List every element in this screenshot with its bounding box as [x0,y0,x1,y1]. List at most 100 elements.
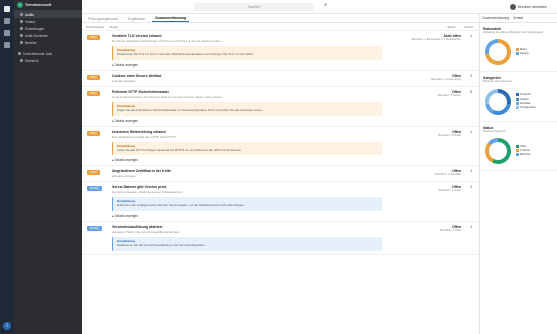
finding-title[interactable]: Veraltete TLS-Version erkannt [112,34,415,38]
legend: Protokoll Header Zertifikat Konfiguration [516,93,536,110]
finding-meta: Offen Betroffen: 1 Pfad [389,225,461,233]
recommendation-box: Empfehlung Entfernen oder verallgemeinern… [112,197,382,212]
table-row[interactable]: Niedrig Server-Banner gibt Version preis D… [82,182,479,223]
show-details-link[interactable]: ▸ Details anzeigen [112,63,475,67]
finding-affected: Betroffen: 1 Pfad [440,228,461,233]
sidebar-item-label: Berichte [25,40,37,45]
recommendation-box: Empfehlung Deaktivieren Sie die Verzeichn… [112,237,382,252]
legend-swatch [516,144,519,148]
brand: 2 Trendmicrosoft [14,0,82,11]
sidebar-group[interactable]: Kontrollierende Jobs [14,50,82,57]
table-row[interactable]: Niedrig Verzeichnisauflistung aktiviert Au… [82,222,479,256]
legend-item: Behoben [516,153,531,157]
summary-panel: Zusammenfassung Verlauf Risikostufe Vertei… [480,14,557,334]
severity-badge: Niedrig [87,226,102,232]
table-row[interactable]: Mittel Fehlende HTTP-Sicherheitsheader Con… [82,87,479,127]
legend-swatch [516,52,519,56]
legend-label: Zertifikat [520,102,531,106]
sidebar-item-label: Einstellungen [25,26,45,31]
table-row[interactable]: Mittel Abgelaufenes Zertifikat in der Ket… [82,166,479,183]
legend-label: Header [520,97,529,101]
tab[interactable]: Zusammenfassung [152,16,190,22]
finding-meta: Offen Betroffen: 4 Hosts [389,185,461,193]
sidebar-item-label: Verlauf [25,19,35,24]
section-description: Bearbeitungsstand [483,129,506,133]
recommendation-box: Empfehlung Fügen Sie die empfohlenen Sich… [112,101,382,116]
section-description: Befunde nach Kategorie [483,80,512,84]
nav-icon [20,27,23,30]
finding-count: 1 [470,225,472,230]
col-count[interactable]: Anzahl [464,25,479,29]
finding-title[interactable]: Fehlende HTTP-Sicherheitsheader [112,90,415,94]
finding-description: ▸ Details anzeigen [112,174,136,179]
main-panel: Prüfungsergebnisse Ergebnisse Zusammenfass… [82,14,480,334]
table-row[interactable]: Mittel Cookies ohne Secure-Attribut ▸ Deta… [82,71,479,87]
finding-title[interactable]: Server-Banner gibt Version preis [112,185,415,189]
app-rail: i [0,0,14,334]
legend-label: Niedrig [520,52,529,56]
summary-tab[interactable]: Zusammenfassung [482,16,509,20]
legend-label: Mittel [520,48,527,52]
top-bar: Suchen + Benutzer abmelden [82,0,557,14]
nav-icon [20,20,23,23]
legend-swatch [516,149,519,153]
recommendation-box: Empfehlung Leiten Sie alle HTTP-Anfragen … [112,141,382,156]
recommendation-text: Entfernen oder verallgemeinern Sie den S… [117,203,245,208]
finding-title[interactable]: Cookies ohne Secure-Attribut [112,74,415,78]
severity-badge: Mittel [87,74,100,80]
sidebar-item[interactable]: Berichte [14,39,82,46]
finding-count: 3 [470,89,472,94]
table-row[interactable]: Mittel Veraltete TLS-Version erkannt Der S… [82,31,479,71]
show-details-link[interactable]: ▸ Details anzeigen [112,158,475,162]
finding-meta: Offen Betroffen: 1 Anwendung [389,74,461,82]
legend-item: Konfiguration [516,106,536,110]
finding-count: 2 [470,185,472,190]
finding-title[interactable]: Abgelaufenes Zertifikat in der Kette [112,169,415,173]
col-title[interactable]: Regel [110,25,416,29]
legend-label: Offen [520,145,527,149]
legend: Offen In Arbeit Behoben [516,144,531,158]
sidebar-item[interactable]: Verlauf [14,18,82,25]
home-icon[interactable] [4,6,10,12]
sidebar-item[interactable]: Audits [14,11,82,18]
help-icon[interactable]: i [3,322,11,330]
finding-title[interactable]: Verzeichnisauflistung aktiviert [112,225,415,229]
donut-row: Protokoll Header Zertifikat Konfiguration [483,87,554,121]
legend-swatch [516,106,519,110]
finding-description: Der Server-Header enthält die genaue Sof… [112,190,184,195]
tab[interactable]: Prüfungsergebnisse [85,17,121,22]
sidebar-subitem[interactable]: Übersicht [14,57,82,64]
finding-title[interactable]: Unsichere Weiterleitung erkannt [112,130,415,134]
user-menu[interactable]: Benutzer abmelden [509,3,547,11]
list-icon[interactable] [4,18,10,24]
table-row[interactable]: Mittel Unsichere Weiterleitung erkannt Ein… [82,127,479,167]
chart-icon[interactable] [4,30,10,36]
severity-badge: Mittel [87,170,100,176]
settings-icon[interactable] [4,42,10,48]
finding-count: 1 [470,169,472,174]
search-input[interactable]: Suchen [194,3,314,11]
donut-row: Offen In Arbeit Behoben [483,136,554,170]
legend-swatch [516,101,519,105]
recommendation-text: Deaktivieren Sie TLS 1.0 und 1.1 auf all… [117,51,254,56]
show-details-link[interactable]: ▸ Details anzeigen [112,119,475,123]
section-description: Verteilung der offenen Befunde nach Schw… [483,31,544,34]
add-button[interactable]: + [322,3,329,10]
tab[interactable]: Ergebnisse [125,17,148,22]
show-details-link[interactable]: ▸ Details anzeigen [112,214,475,218]
sidebar-item[interactable]: Audit-Richtlinien [14,32,82,39]
finding-affected: Betroffen: 3 Endpunkte in 2 Netzwerken [411,37,461,41]
col-severity[interactable]: Schweregrad [86,25,110,29]
nav-icon [20,34,23,37]
finding-meta: Offen Betroffen: 1 Zertifikat [389,169,461,177]
summary-tab[interactable]: Verlauf [513,16,523,20]
brand-badge: 2 [17,2,23,8]
legend-label: Protokoll [520,93,531,97]
col-status[interactable]: Status [416,25,464,29]
legend-label: Konfiguration [520,106,536,110]
nav-icon [20,41,23,44]
sidebar-item[interactable]: Einstellungen [14,25,82,32]
sidebar: 2 Trendmicrosoft Audits Verlauf Einstellun… [14,0,82,334]
severity-badge: Mittel [87,35,100,40]
legend-label: In Arbeit [520,149,530,153]
